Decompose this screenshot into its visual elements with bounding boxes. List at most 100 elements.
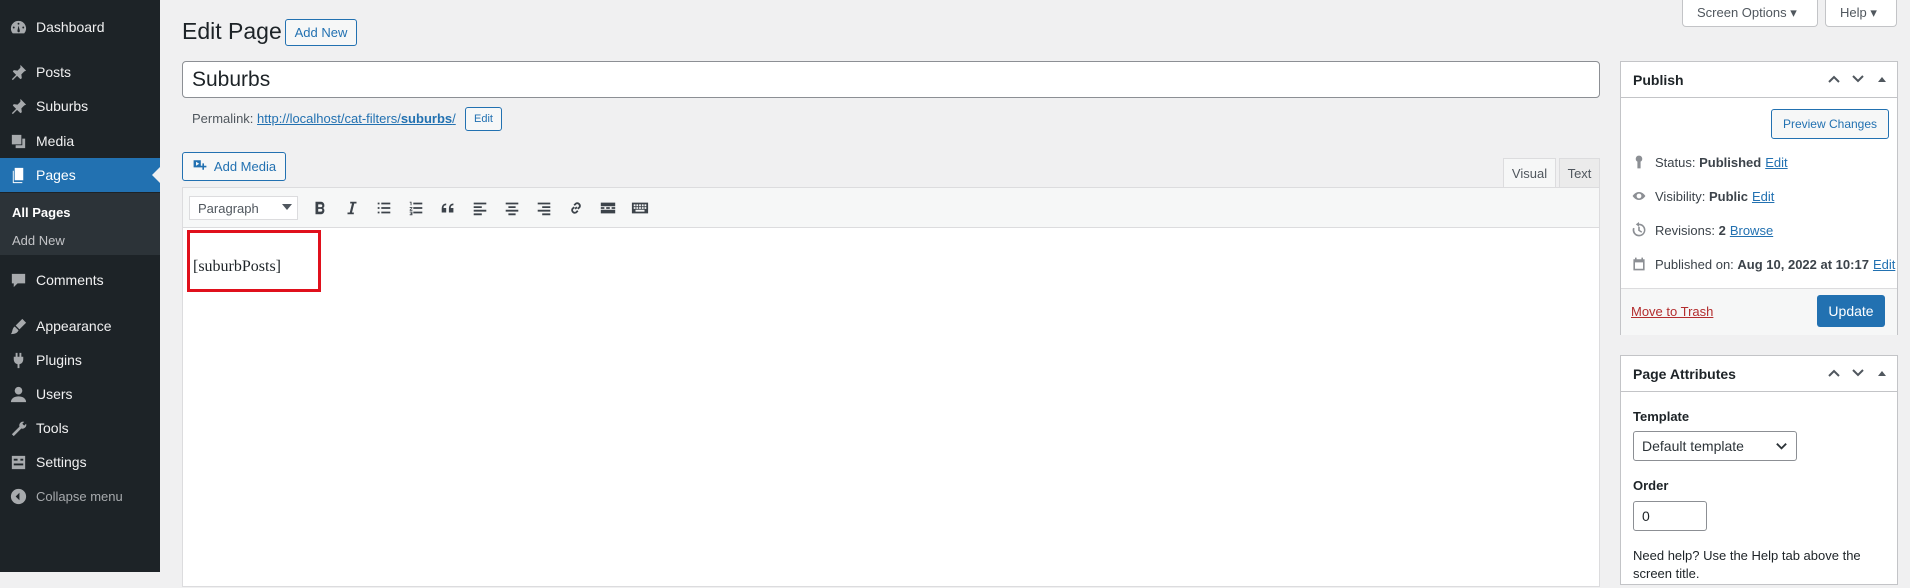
align-left-icon xyxy=(473,202,487,216)
toggle-panel-icon[interactable] xyxy=(1875,366,1889,380)
bold-icon xyxy=(315,201,325,215)
status-row: Status: Published Edit xyxy=(1631,154,1788,170)
menu-appearance[interactable]: Appearance xyxy=(0,309,160,343)
user-icon xyxy=(0,385,36,404)
chevron-up-icon[interactable] xyxy=(1827,72,1841,86)
permalink-label: Permalink: xyxy=(192,111,254,126)
admin-sidebar: Dashboard Posts Suburbs Media Pages All … xyxy=(0,0,160,572)
template-select[interactable]: Default template xyxy=(1633,431,1797,461)
add-new-button[interactable]: Add New xyxy=(285,19,357,46)
tab-visual[interactable]: Visual xyxy=(1503,158,1556,188)
permalink: Permalink: http://localhost/cat-filters/… xyxy=(192,111,456,126)
revisions-label: Revisions: xyxy=(1655,222,1715,238)
collapse-icon xyxy=(0,487,36,506)
submenu-add-new[interactable]: Add New xyxy=(12,233,65,248)
menu-posts[interactable]: Posts xyxy=(0,55,160,89)
media-icon xyxy=(0,132,36,151)
template-label: Template xyxy=(1633,409,1690,424)
page-attributes-title: Page Attributes xyxy=(1633,365,1736,382)
format-select[interactable]: Paragraph xyxy=(189,196,298,220)
read-more-button[interactable] xyxy=(597,197,619,219)
chevron-down-icon[interactable] xyxy=(1851,72,1865,86)
add-media-button[interactable]: Add Media xyxy=(182,152,286,181)
main-content: Screen Options ▾ Help ▾ Edit Page Add Ne… xyxy=(160,0,1910,587)
revisions-row: Revisions: 2 Browse xyxy=(1631,222,1773,238)
dashboard-icon xyxy=(0,18,36,37)
revisions-value: 2 xyxy=(1718,222,1726,238)
align-right-icon xyxy=(537,202,551,216)
box-controls xyxy=(1827,366,1889,380)
toggle-panel-icon[interactable] xyxy=(1875,72,1889,86)
numbered-list-icon xyxy=(409,201,423,216)
menu-dashboard[interactable]: Dashboard xyxy=(0,10,160,44)
date-edit-link[interactable]: Edit xyxy=(1873,257,1895,272)
preview-changes-button[interactable]: Preview Changes xyxy=(1771,109,1889,139)
page-attributes-header: Page Attributes xyxy=(1621,356,1897,392)
page-attributes-box: Page Attributes Template Default templat… xyxy=(1620,355,1898,585)
menu-label: Plugins xyxy=(36,352,82,368)
eye-icon xyxy=(1632,192,1646,200)
help-button[interactable]: Help ▾ xyxy=(1825,0,1897,27)
collapse-menu[interactable]: Collapse menu xyxy=(0,479,160,513)
status-edit-link[interactable]: Edit xyxy=(1765,155,1787,170)
menu-users[interactable]: Users xyxy=(0,377,160,411)
menu-plugins[interactable]: Plugins xyxy=(0,343,160,377)
menu-pages[interactable]: Pages xyxy=(0,158,160,192)
italic-button[interactable] xyxy=(341,197,363,219)
help-text: Need help? Use the Help tab above the xyxy=(1633,548,1861,563)
bold-button[interactable] xyxy=(309,197,331,219)
chevron-down-icon xyxy=(282,204,292,210)
calendar-icon xyxy=(1633,257,1645,271)
menu-suburbs[interactable]: Suburbs xyxy=(0,89,160,123)
visibility-value: Public xyxy=(1708,188,1748,204)
title-input[interactable]: Suburbs xyxy=(182,61,1600,98)
menu-tools[interactable]: Tools xyxy=(0,411,160,445)
help-text-2: screen title. xyxy=(1633,566,1700,581)
screen-options-button[interactable]: Screen Options ▾ xyxy=(1682,0,1818,27)
pin-icon xyxy=(0,63,36,82)
editor: Paragraph [suburbPosts] xyxy=(182,187,1600,587)
menu-label: Users xyxy=(36,386,73,402)
menu-label: Comments xyxy=(36,272,104,288)
menu-media[interactable]: Media xyxy=(0,124,160,158)
status-value: Published xyxy=(1699,154,1762,170)
menu-label: Collapse menu xyxy=(36,488,123,504)
align-right-button[interactable] xyxy=(533,197,555,219)
menu-settings[interactable]: Settings xyxy=(0,445,160,479)
status-label: Status: xyxy=(1655,154,1696,170)
published-on-label: Published on: xyxy=(1655,256,1734,272)
tab-text[interactable]: Text xyxy=(1559,158,1600,188)
menu-label: Pages xyxy=(36,167,76,183)
keyboard-icon xyxy=(631,202,649,214)
browse-revisions-link[interactable]: Browse xyxy=(1730,223,1773,238)
menu-label: Suburbs xyxy=(36,98,89,114)
align-center-button[interactable] xyxy=(501,197,523,219)
add-media-icon xyxy=(192,157,208,176)
history-icon xyxy=(1632,222,1646,237)
visibility-row: Visibility: Public Edit xyxy=(1631,188,1774,204)
menu-comments[interactable]: Comments xyxy=(0,263,160,297)
align-left-button[interactable] xyxy=(469,197,491,219)
editor-body[interactable]: [suburbPosts] xyxy=(183,228,1599,588)
numbered-list-button[interactable] xyxy=(405,197,427,219)
update-button[interactable]: Update xyxy=(1817,295,1885,327)
order-input[interactable]: 0 xyxy=(1633,501,1707,531)
chevron-down-icon[interactable] xyxy=(1851,366,1865,380)
blockquote-button[interactable] xyxy=(437,197,459,219)
menu-label: Posts xyxy=(36,64,72,80)
quote-icon xyxy=(441,203,454,213)
bullet-list-icon xyxy=(377,202,391,214)
insert-link-button[interactable] xyxy=(565,197,587,219)
visibility-edit-link[interactable]: Edit xyxy=(1752,189,1774,204)
chevron-up-icon[interactable] xyxy=(1827,366,1841,380)
format-select-value: Paragraph xyxy=(198,200,259,216)
move-to-trash-link[interactable]: Move to Trash xyxy=(1631,304,1713,319)
bullet-list-button[interactable] xyxy=(373,197,395,219)
submenu-all-pages[interactable]: All Pages xyxy=(12,205,71,220)
menu-label: Appearance xyxy=(36,318,112,334)
order-label: Order xyxy=(1633,478,1669,493)
permalink-edit-button[interactable]: Edit xyxy=(465,107,502,131)
permalink-link[interactable]: http://localhost/cat-filters/suburbs/ xyxy=(257,111,456,126)
toolbar-toggle-button[interactable] xyxy=(629,197,651,219)
align-center-icon xyxy=(505,202,519,216)
